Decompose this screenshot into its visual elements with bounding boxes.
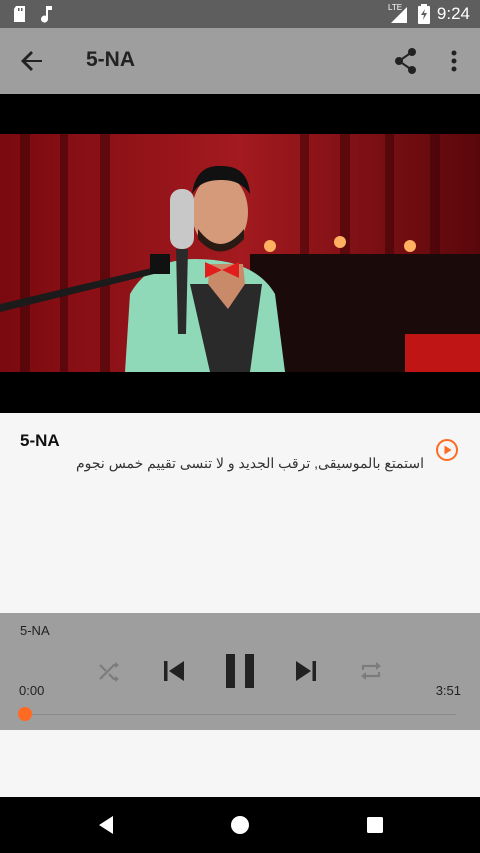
music-player-panel: 5-NA 0:00 3:51 (0, 613, 480, 730)
back-arrow-icon (21, 51, 42, 71)
repeat-button[interactable] (358, 658, 384, 689)
status-bar: LTE 9:24 (0, 0, 480, 28)
content-spacer (0, 730, 480, 797)
more-options-button[interactable] (440, 44, 468, 78)
nav-home-button[interactable] (228, 813, 252, 837)
battery-icon (418, 4, 430, 29)
music-note-icon (40, 5, 54, 28)
current-time: 0:00 (19, 683, 45, 698)
shuffle-button[interactable] (96, 658, 122, 689)
track-info-card: 5-NA استمتع بالموسيقى, ترقب الجديد و لا … (0, 413, 480, 613)
previous-icon (164, 661, 184, 681)
nav-recents-icon (367, 817, 383, 833)
nav-recents-button[interactable] (363, 813, 387, 837)
video-player[interactable] (0, 94, 480, 413)
sd-card-icon (12, 5, 28, 28)
pause-icon (226, 654, 254, 688)
seek-bar-track[interactable] (25, 714, 456, 715)
status-clock: 9:24 (436, 4, 470, 23)
seek-bar-thumb[interactable] (18, 707, 32, 721)
share-icon (395, 48, 416, 74)
previous-button[interactable] (160, 657, 188, 690)
back-button[interactable] (14, 45, 50, 77)
pause-button[interactable] (222, 651, 258, 696)
more-vert-icon (451, 50, 457, 72)
play-circle-icon (436, 439, 458, 461)
repeat-icon (361, 662, 381, 680)
track-title: 5-NA (20, 431, 60, 450)
next-icon (296, 661, 316, 681)
system-nav-bar (0, 797, 480, 853)
total-time: 3:51 (435, 683, 461, 698)
page-title: 5-NA (86, 48, 136, 71)
share-button[interactable] (390, 44, 422, 78)
shuffle-icon (99, 662, 119, 682)
play-track-button[interactable] (435, 438, 459, 462)
next-button[interactable] (292, 657, 320, 690)
nav-back-icon (99, 816, 113, 834)
track-description: استمتع بالموسيقى, ترقب الجديد و لا تنسى … (75, 455, 424, 471)
player-track-title: 5-NA (20, 623, 50, 638)
nav-back-button[interactable] (95, 813, 119, 837)
nav-home-icon (231, 816, 249, 834)
video-frame-image (0, 134, 480, 372)
app-bar: 5-NA (0, 28, 480, 94)
signal-icon (390, 6, 408, 29)
